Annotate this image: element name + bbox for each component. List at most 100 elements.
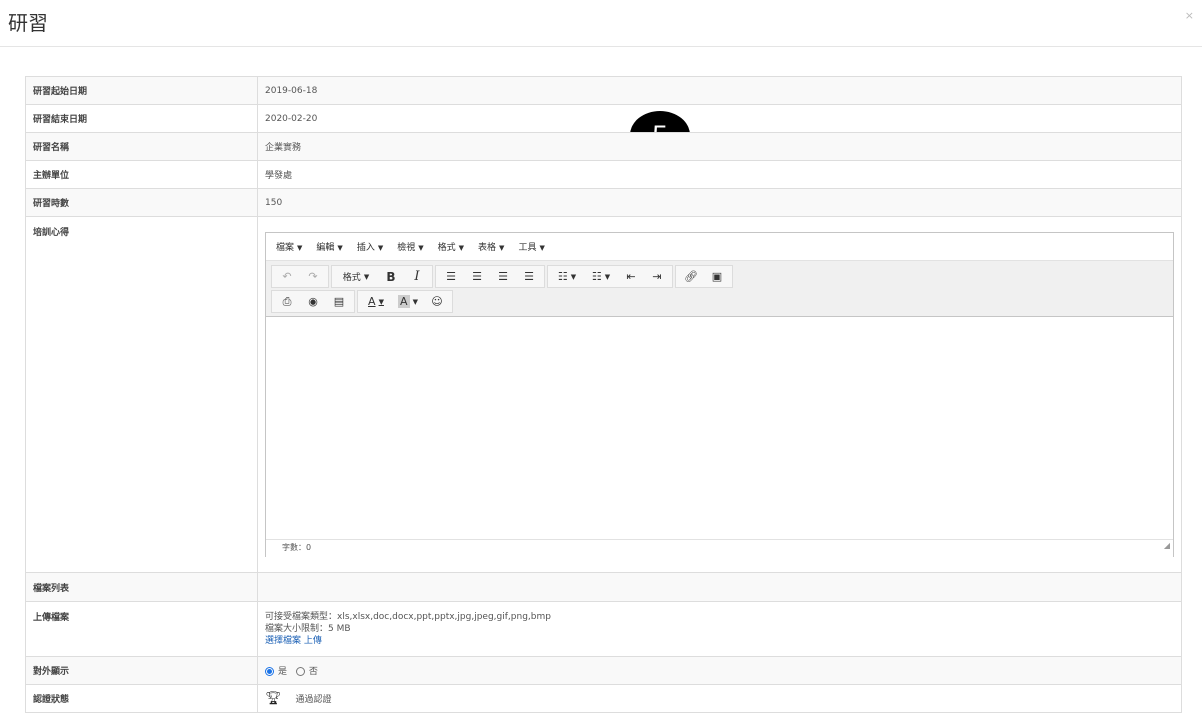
modal-header: 研習 × (0, 0, 1202, 47)
bold-icon[interactable]: B (378, 267, 404, 287)
format-dropdown[interactable]: 格式 ▼ (334, 267, 378, 287)
align-justify-icon[interactable]: ☰ (516, 267, 542, 287)
table-row: 認證狀態 🏆︎ 通過認證 (25, 684, 1182, 713)
menu-label: 格式 (437, 243, 456, 253)
study-form: 研習起始日期 2019-06-18 研習結束日期 2020-02-20 研習名稱… (25, 76, 1182, 713)
editor-toolbar: ↶ ↷ 格式 ▼ B I ☰ ☰ ☰ ☰ ☷ ▼ ☷ ▼ ⇤ ⇥ 🔗︎ ▣ ⎙ … (266, 261, 1173, 317)
modal-title: 研習 (8, 11, 48, 35)
caret-down-icon: ▼ (377, 244, 384, 252)
emoticon-icon[interactable]: ☺ (424, 292, 450, 312)
word-count: 字數：0 (282, 543, 312, 552)
align-left-icon[interactable]: ☰ (438, 267, 464, 287)
hours-label: 研習時數 (25, 188, 258, 217)
upload-size-limit: 檔案大小限制：5 MB (265, 624, 351, 634)
caret-down-icon: ▼ (418, 244, 424, 252)
toolbar-group-format: 格式 ▼ B I (331, 265, 433, 288)
media-icon[interactable]: ▤ (326, 292, 352, 312)
table-row: 主辦單位 學發處 (25, 160, 1182, 189)
file-list-value (257, 572, 1182, 602)
numbered-list-icon[interactable]: ☷ ▼ (584, 267, 618, 287)
menu-label: 檢視 (397, 243, 416, 253)
caret-down-icon: ▼ (539, 244, 545, 252)
caret-down-icon: ▼ (337, 244, 343, 252)
radio-yes-label: 是 (278, 667, 288, 677)
resize-handle-icon[interactable]: ◢ (1164, 538, 1170, 554)
cert-status-cell: 🏆︎ 通過認證 (257, 684, 1182, 713)
study-name-label: 研習名稱 (25, 132, 258, 161)
align-center-icon[interactable]: ☰ (464, 267, 490, 287)
file-list-label: 檔案列表 (25, 572, 258, 602)
caret-down-icon: ▼ (570, 272, 577, 281)
indent-icon[interactable]: ⇥ (644, 267, 670, 287)
table-row: 培訓心得 檔案 ▼ 編輯 ▼ 插入 ▼ 檢視 ▼ 格式 ▼ 表格 ▼ 工具 ▼ ↶ ↷ (25, 216, 1182, 573)
toolbar-group-lists: ☷ ▼ ☷ ▼ ⇤ ⇥ (547, 265, 673, 288)
table-row: 上傳檔案 可接受檔案類型：xls,xlsx,doc,docx,ppt,pptx,… (25, 601, 1182, 657)
cert-status-label: 認證狀態 (25, 684, 258, 713)
upload-cell: 可接受檔案類型：xls,xlsx,doc,docx,ppt,pptx,jpg,j… (257, 601, 1182, 657)
choose-file-upload-link[interactable]: 選擇檔案 上傳 (265, 635, 1174, 647)
upload-label: 上傳檔案 (25, 601, 258, 657)
end-date-value: 2020-02-20 (257, 104, 1182, 133)
preview-icon[interactable]: ◉ (300, 292, 326, 312)
menu-tools[interactable]: 工具 ▼ (518, 240, 544, 253)
radio-no[interactable] (295, 667, 305, 676)
end-date-label: 研習結束日期 (25, 104, 258, 133)
caret-down-icon: ▼ (378, 297, 384, 306)
outdent-icon[interactable]: ⇤ (618, 267, 644, 287)
menu-label: 插入 (356, 243, 375, 253)
menu-format[interactable]: 格式 ▼ (438, 240, 464, 253)
toolbar-group-history: ↶ ↷ (271, 265, 329, 288)
redo-icon[interactable]: ↷ (300, 267, 326, 287)
print-icon[interactable]: ⎙ (274, 292, 300, 312)
format-dropdown-label: 格式 (342, 273, 361, 283)
upload-types: 可接受檔案類型：xls,xlsx,doc,docx,ppt,pptx,jpg,j… (265, 612, 551, 622)
start-date-label: 研習起始日期 (25, 76, 258, 105)
table-row: 對外顯示 是 否 (25, 656, 1182, 685)
trophy-icon: 🏆︎ (265, 691, 282, 706)
organizer-label: 主辦單位 (25, 160, 258, 189)
hours-value: 150 (257, 188, 1182, 217)
menu-file[interactable]: 檔案 ▼ (276, 240, 302, 253)
reflection-label: 培訓心得 (25, 216, 258, 573)
reflection-cell: 檔案 ▼ 編輯 ▼ 插入 ▼ 檢視 ▼ 格式 ▼ 表格 ▼ 工具 ▼ ↶ ↷ 格… (257, 216, 1182, 573)
table-row: 檔案列表 (25, 572, 1182, 602)
link-icon[interactable]: 🔗︎ (678, 267, 704, 287)
bullet-list-icon[interactable]: ☷ ▼ (550, 267, 584, 287)
study-name-value: 企業實務 (257, 132, 1182, 161)
menu-label: 工具 (518, 243, 537, 253)
table-row: 研習起始日期 2019-06-18 (25, 76, 1182, 105)
table-row: 研習時數 150 (25, 188, 1182, 217)
editor-menubar: 檔案 ▼ 編輯 ▼ 插入 ▼ 檢視 ▼ 格式 ▼ 表格 ▼ 工具 ▼ (266, 233, 1173, 261)
menu-edit[interactable]: 編輯 ▼ (316, 240, 342, 253)
caret-down-icon: ▼ (458, 244, 465, 252)
toolbar-group-color: A ▼ A ▼ ☺ (357, 290, 453, 313)
caret-down-icon: ▼ (297, 244, 303, 252)
rich-text-editor: 檔案 ▼ 編輯 ▼ 插入 ▼ 檢視 ▼ 格式 ▼ 表格 ▼ 工具 ▼ ↶ ↷ 格… (265, 232, 1174, 557)
menu-insert[interactable]: 插入 ▼ (357, 240, 383, 253)
menu-label: 表格 (478, 243, 497, 253)
background-color-icon[interactable]: A ▼ (392, 292, 424, 312)
menu-label: 檔案 (276, 243, 295, 253)
align-right-icon[interactable]: ☰ (490, 267, 516, 287)
organizer-value: 學發處 (257, 160, 1182, 189)
image-icon[interactable]: ▣ (704, 267, 730, 287)
menu-view[interactable]: 檢視 ▼ (397, 240, 423, 253)
editor-content-area[interactable] (266, 317, 1173, 557)
background-color-swatch: A (398, 295, 410, 308)
close-button[interactable]: × (1185, 9, 1194, 22)
caret-down-icon: ▼ (604, 272, 611, 281)
cert-status-value: 通過認證 (295, 695, 332, 705)
undo-icon[interactable]: ↶ (274, 267, 300, 287)
italic-icon[interactable]: I (404, 267, 430, 287)
public-display-cell: 是 否 (257, 656, 1182, 685)
table-row: 研習名稱 企業實務 (25, 132, 1182, 161)
start-date-value: 2019-06-18 (257, 76, 1182, 105)
text-color-icon[interactable]: A ▼ (360, 292, 392, 312)
menu-table[interactable]: 表格 ▼ (478, 240, 504, 253)
radio-yes[interactable] (265, 667, 274, 676)
toolbar-group-align: ☰ ☰ ☰ ☰ (435, 265, 545, 288)
toolbar-group-misc: ⎙ ◉ ▤ (271, 290, 355, 313)
toolbar-row-1: ↶ ↷ 格式 ▼ B I ☰ ☰ ☰ ☰ ☷ ▼ ☷ ▼ ⇤ ⇥ 🔗︎ ▣ (266, 264, 1173, 289)
toolbar-row-2: ⎙ ◉ ▤ A ▼ A ▼ ☺ (266, 289, 1173, 314)
caret-down-icon: ▼ (499, 244, 505, 252)
